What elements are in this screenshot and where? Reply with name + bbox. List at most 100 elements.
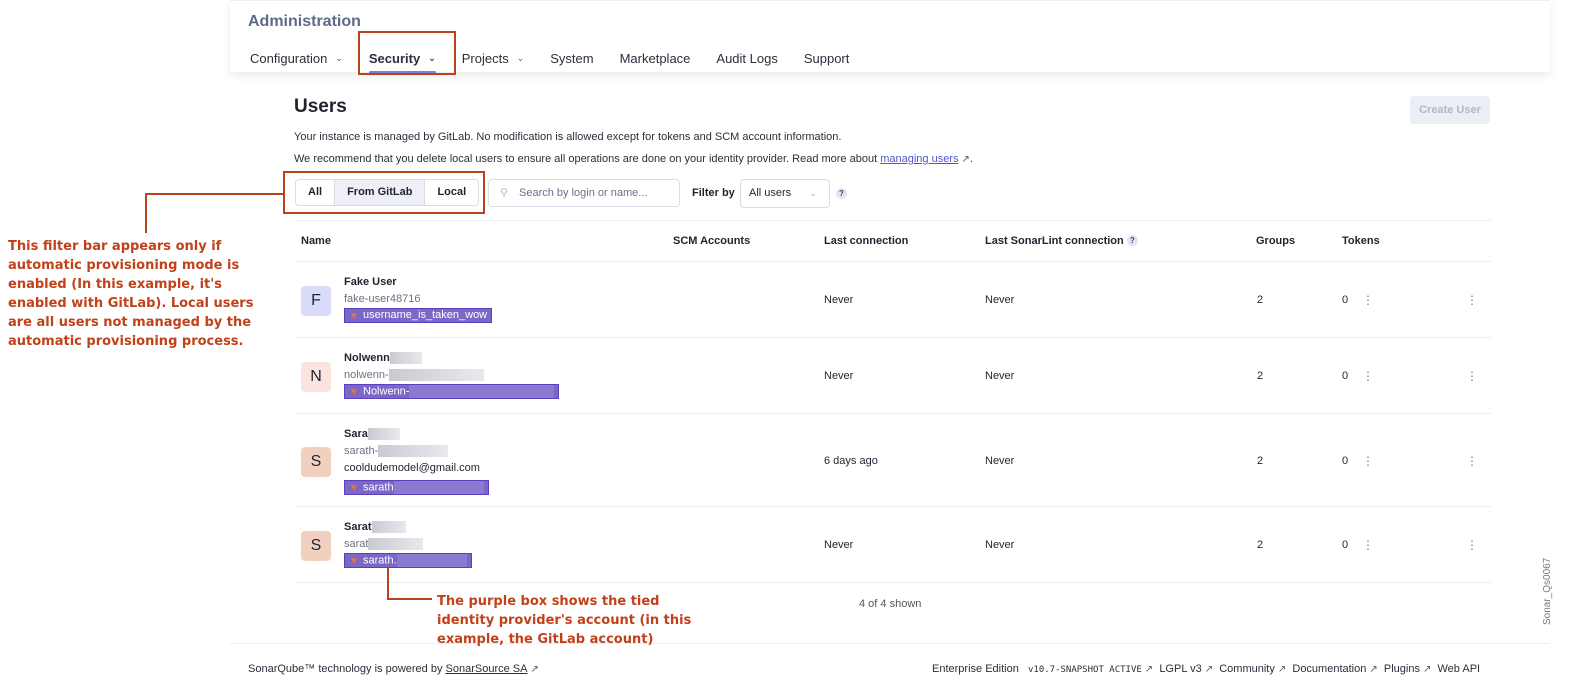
nav-marketplace[interactable]: Marketplace xyxy=(620,43,691,73)
tokens-menu-icon[interactable]: ⋮ xyxy=(1362,369,1374,383)
help-icon[interactable]: ? xyxy=(836,188,847,199)
user-name-text: Nolwenn xyxy=(344,352,390,364)
gitlab-account: sarath xyxy=(363,481,394,494)
segment-all[interactable]: All xyxy=(296,180,336,205)
tokens-count: 0 xyxy=(1342,539,1349,551)
avatar-initial: S xyxy=(310,537,322,554)
gitlab-icon: ▼ xyxy=(349,556,359,567)
nav-system[interactable]: System xyxy=(550,43,593,73)
col-sonarlint-label: Last SonarLint connection xyxy=(985,235,1124,247)
avatar-initial: S xyxy=(310,453,322,470)
row-actions-icon[interactable]: ⋮ xyxy=(1466,454,1478,468)
user-name: Sara xyxy=(344,428,400,441)
search-icon: ⚲ xyxy=(500,187,509,199)
nav-audit-logs[interactable]: Audit Logs xyxy=(716,43,777,73)
last-connection: Never xyxy=(824,539,854,551)
footer-powered: SonarQube™ technology is powered by Sona… xyxy=(248,663,539,675)
image-id: Sonar_Qs0067 xyxy=(1542,557,1553,625)
user-name: Sarat xyxy=(344,521,406,534)
help-icon[interactable]: ? xyxy=(1126,235,1138,246)
documentation-link[interactable]: Documentation xyxy=(1292,663,1366,675)
row-actions-icon[interactable]: ⋮ xyxy=(1466,369,1478,383)
sonarsource-link[interactable]: SonarSource SA xyxy=(446,663,528,675)
redacted xyxy=(388,369,484,382)
segment-local[interactable]: Local xyxy=(425,180,478,205)
avatar: N xyxy=(301,362,331,392)
nav-configuration[interactable]: Configuration ⌄ xyxy=(250,43,343,73)
gitlab-icon: ▼ xyxy=(349,483,359,494)
row-actions-icon[interactable]: ⋮ xyxy=(1466,538,1478,552)
user-login: nolwenn- xyxy=(344,369,484,382)
filter-label: Filter by xyxy=(692,187,735,199)
plugins-link[interactable]: Plugins xyxy=(1384,663,1420,675)
external-link-icon: ↗ xyxy=(961,154,970,165)
external-link-icon: ↗ xyxy=(530,664,539,675)
sonarlint-connection: Never xyxy=(985,370,1015,382)
divider xyxy=(295,220,1491,221)
groups-count: 2 xyxy=(1257,455,1264,467)
col-sonarlint: Last SonarLint connection ? xyxy=(985,235,1138,247)
chevron-down-icon: ⌄ xyxy=(516,52,525,63)
admin-nav: Configuration ⌄ Security ⌄ Projects ⌄ Syste… xyxy=(250,43,875,74)
groups-count: 2 xyxy=(1257,294,1264,306)
community-link[interactable]: Community xyxy=(1219,663,1275,675)
nav-projects[interactable]: Projects ⌄ xyxy=(462,43,525,73)
filter-value: All users xyxy=(749,187,792,199)
nav-support[interactable]: Support xyxy=(804,43,850,73)
managing-users-link[interactable]: managing users xyxy=(880,153,958,165)
sonarlint-connection: Never xyxy=(985,455,1015,467)
user-name: Nolwenn xyxy=(344,352,422,365)
gitlab-account: sarath. xyxy=(363,554,397,567)
user-email: cooldudemodel@gmail.com xyxy=(344,462,480,474)
redacted xyxy=(368,538,424,551)
redacted xyxy=(367,428,400,441)
tokens-menu-icon[interactable]: ⋮ xyxy=(1362,293,1374,307)
web-api-link[interactable]: Web API xyxy=(1437,663,1480,675)
last-connection: Never xyxy=(824,370,854,382)
user-source-filter: All From GitLab Local xyxy=(295,179,480,206)
user-name-text: Fake User xyxy=(344,276,397,288)
gitlab-account-badge: ▼ sarath. xyxy=(344,553,472,568)
purple-annotation: The purple box shows the tied identity p… xyxy=(437,594,692,647)
redacted xyxy=(396,554,467,567)
last-connection: 6 days ago xyxy=(824,455,878,467)
table-row: N Nolwenn nolwenn- ▼ Nolwenn- Never Never… xyxy=(295,338,1491,414)
row-actions-icon[interactable]: ⋮ xyxy=(1466,293,1478,307)
redacted xyxy=(389,352,422,365)
annotation-line xyxy=(387,598,432,600)
annotation-line xyxy=(387,568,389,600)
tokens-count: 0 xyxy=(1342,294,1349,306)
avatar-initial: F xyxy=(311,292,321,309)
create-user-button[interactable]: Create User xyxy=(1410,96,1490,124)
lgpl-link[interactable]: LGPL v3 xyxy=(1159,663,1201,675)
external-link-icon: ↗ xyxy=(1277,664,1287,675)
table-row: F Fake User fake-user48716 ▼ username_is_… xyxy=(295,262,1491,338)
groups-count: 2 xyxy=(1257,539,1264,551)
last-connection: Never xyxy=(824,294,854,306)
col-tokens: Tokens xyxy=(1342,235,1380,247)
tokens-menu-icon[interactable]: ⋮ xyxy=(1362,538,1374,552)
segment-from-gitlab[interactable]: From GitLab xyxy=(335,180,426,205)
divider xyxy=(230,643,1550,644)
user-login: sarat xyxy=(344,538,424,551)
search-placeholder: Search by login or name... xyxy=(519,187,648,199)
user-name-text: Sarat xyxy=(344,521,372,533)
groups-count: 2 xyxy=(1257,370,1264,382)
external-link-icon: ↗ xyxy=(1204,664,1214,675)
table-row: S Sara sarath- cooldudemodel@gmail.com ▼… xyxy=(295,414,1491,507)
gitlab-account-badge: ▼ sarath xyxy=(344,480,489,495)
search-input[interactable]: ⚲ Search by login or name... xyxy=(488,179,680,207)
user-login-text: fake-user48716 xyxy=(344,293,421,305)
col-last-connection: Last connection xyxy=(824,235,909,247)
annotation-line xyxy=(145,193,284,195)
redacted xyxy=(378,445,449,458)
gitlab-account-badge: ▼ username_is_taken_wow xyxy=(344,308,493,323)
divider xyxy=(295,582,1491,583)
tokens-menu-icon[interactable]: ⋮ xyxy=(1362,454,1374,468)
edition: Enterprise Edition xyxy=(932,663,1019,675)
gitlab-account-badge: ▼ Nolwenn- xyxy=(344,384,560,399)
nav-label: Configuration xyxy=(250,50,328,66)
avatar: S xyxy=(301,447,331,477)
filter-select[interactable]: All users ⌄ xyxy=(740,179,830,208)
footer-links: Enterprise Edition v10.7-SNAPSHOT ACTIVE… xyxy=(932,663,1480,675)
